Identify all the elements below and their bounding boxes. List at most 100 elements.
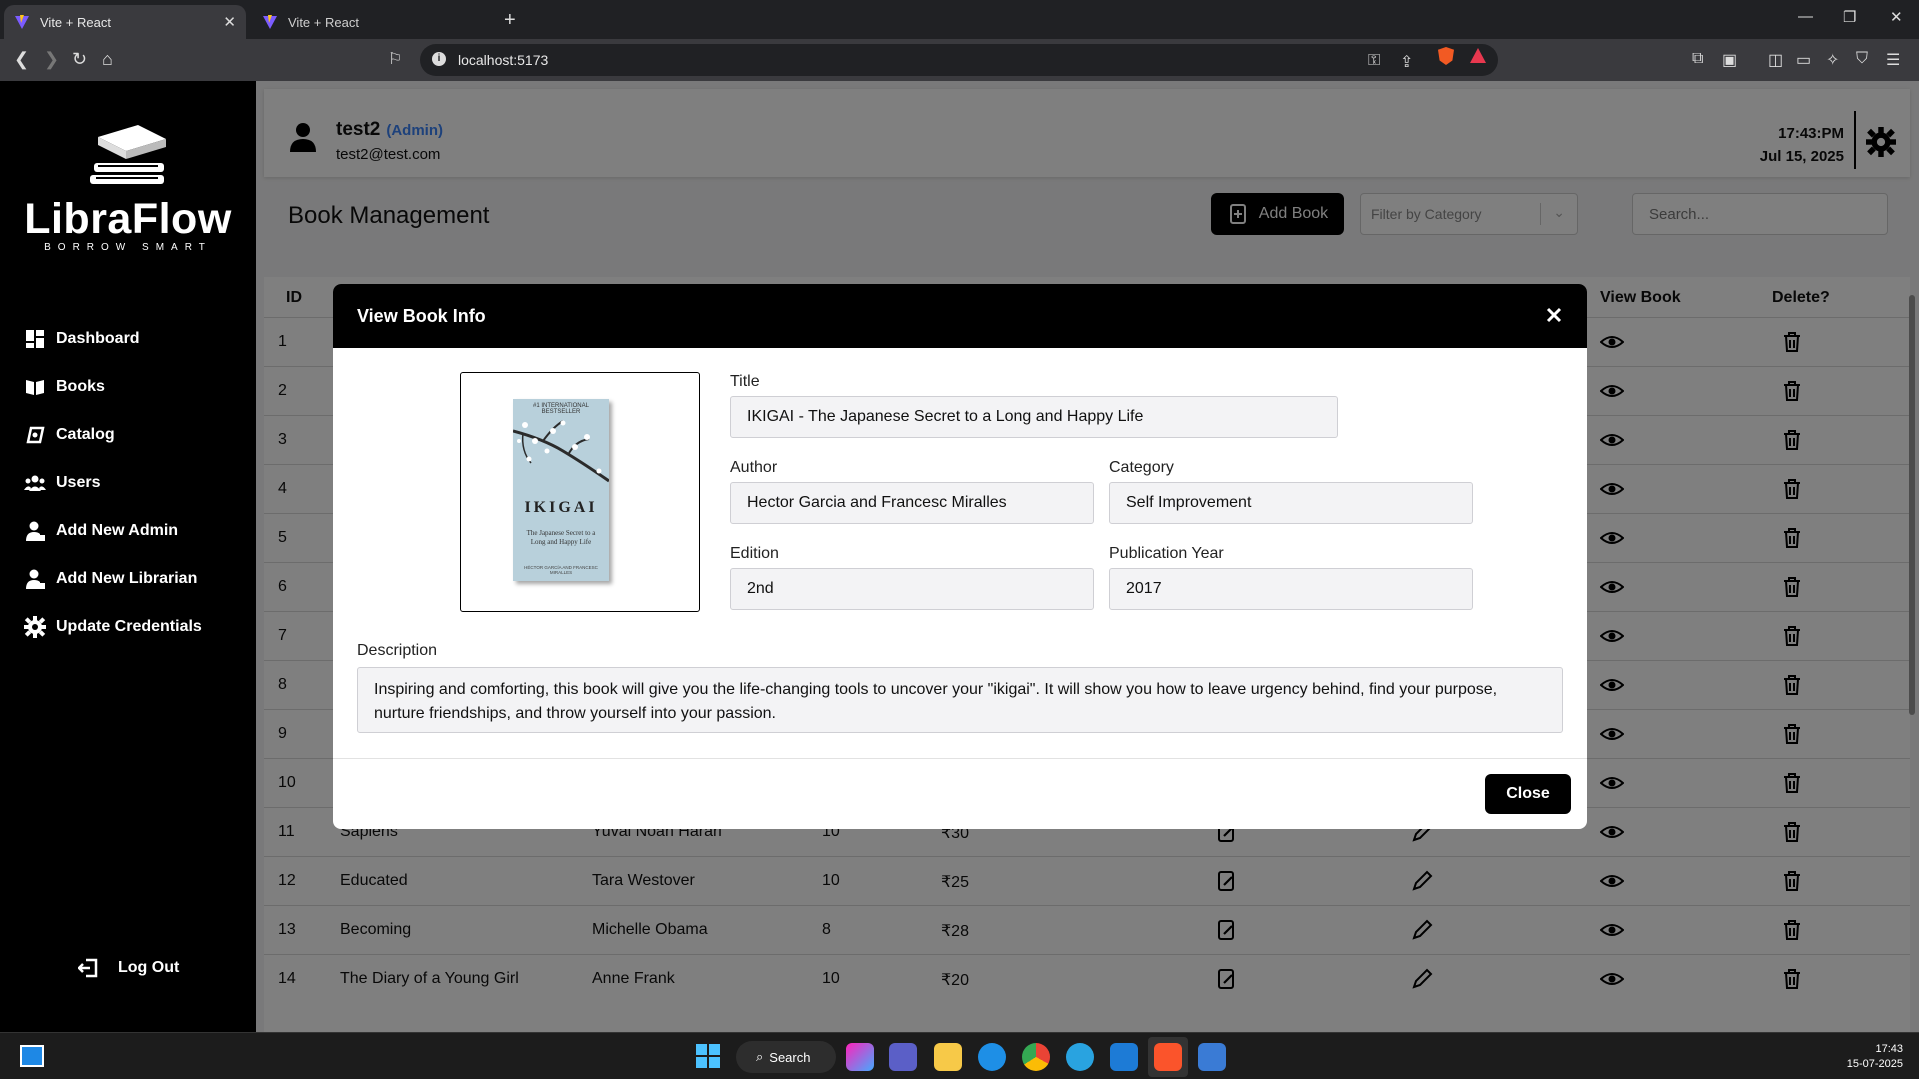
key-icon[interactable]: ⚿ xyxy=(1368,52,1380,70)
menu-icon[interactable]: ☰ xyxy=(1886,50,1900,70)
minimize-icon[interactable]: — xyxy=(1798,8,1813,25)
taskbar-search[interactable]: ⌕ Search xyxy=(736,1041,836,1073)
system-time: 17:43 xyxy=(1875,1043,1903,1055)
sidebar-item-label: Books xyxy=(56,378,105,395)
author-field: Hector Garcia and Francesc Miralles xyxy=(730,482,1094,524)
weather-icon[interactable] xyxy=(1066,1043,1094,1071)
reload-icon[interactable]: ↻ xyxy=(72,49,87,70)
cherry-blossom-branch-icon xyxy=(513,420,609,483)
books-icon xyxy=(26,380,44,395)
tab-search-icon[interactable]: ▣ xyxy=(1722,50,1737,70)
cover-title: IKIGAI xyxy=(524,499,598,516)
modal-header: View Book Info xyxy=(333,284,1587,348)
restore-icon[interactable]: ❐ xyxy=(1843,8,1856,26)
cover-subtitle: The Japanese Secret to a Long and Happy … xyxy=(526,529,596,546)
publication-year-label: Publication Year xyxy=(1109,545,1224,562)
chrome-icon[interactable] xyxy=(1022,1043,1050,1071)
book-cover-image: #1 INTERNATIONAL BESTSELLER IKIGAI The J… xyxy=(513,399,609,581)
browser-tab-bar: Vite + React ✕ Vite + React + — ❐ ✕ xyxy=(0,0,1919,39)
home-icon[interactable]: ⌂ xyxy=(102,49,113,70)
browser-tab-active[interactable]: Vite + React ✕ xyxy=(4,5,246,39)
new-tab-icon[interactable]: + xyxy=(504,9,516,32)
edition-field: 2nd xyxy=(730,568,1094,610)
category-field: Self Improvement xyxy=(1109,482,1473,524)
modal-footer-divider xyxy=(333,758,1587,759)
view-book-modal: View Book Info #1 INTERNATIONAL BESTSELL… xyxy=(333,284,1587,829)
description-field: Inspiring and comforting, this book will… xyxy=(357,667,1563,733)
bookmark-icon[interactable]: ⚐ xyxy=(388,49,402,69)
catalog-icon xyxy=(26,426,45,444)
sidebar-item-books[interactable]: Books xyxy=(24,363,202,411)
system-clock[interactable]: 17:43 15-07-2025 xyxy=(1847,1042,1903,1072)
taskbar-search-label: Search xyxy=(769,1049,811,1065)
leo-icon[interactable]: ✧ xyxy=(1826,50,1839,70)
share-icon[interactable]: ⇪ xyxy=(1400,52,1413,72)
add-librarian-icon xyxy=(26,569,45,589)
sidebar-item-update-credentials[interactable]: Update Credentials xyxy=(24,603,202,651)
wallet-icon[interactable]: ▭ xyxy=(1796,50,1811,70)
windows-taskbar: ⌕ Search 17:43 15-07-2025 xyxy=(0,1032,1919,1079)
sidebar-item-label: Update Credentials xyxy=(56,618,202,635)
cover-authors: HÉCTOR GARCÍA AND FRANCESC MIRALLES xyxy=(524,565,598,575)
brave-rewards-icon[interactable] xyxy=(1470,48,1486,63)
tab-title: Vite + React xyxy=(40,14,111,30)
sidebar-item-dashboard[interactable]: Dashboard xyxy=(24,315,202,363)
sidebar-item-label: Add New Librarian xyxy=(56,570,198,587)
logo: LibraFlow BORROW SMART xyxy=(0,123,256,253)
teams-icon[interactable] xyxy=(889,1043,917,1071)
brave-icon[interactable] xyxy=(1154,1043,1182,1071)
url-text: localhost:5173 xyxy=(458,52,549,68)
close-button[interactable]: Close xyxy=(1485,774,1571,814)
browser-tab-inactive[interactable]: Vite + React xyxy=(252,5,492,39)
widgets-icon[interactable] xyxy=(20,1045,44,1067)
close-icon[interactable] xyxy=(1545,306,1563,324)
url-field[interactable]: i localhost:5173 ⚿ ⇪ xyxy=(420,44,1498,76)
description-label: Description xyxy=(357,642,438,659)
sidebar-item-label: Add New Admin xyxy=(56,522,179,539)
sidebar-item-add-new-librarian[interactable]: Add New Librarian xyxy=(24,555,202,603)
title-label: Title xyxy=(730,373,760,390)
users-icon xyxy=(24,475,46,491)
sidebar: LibraFlow BORROW SMART Dashboard Books C… xyxy=(0,81,256,1032)
system-date: 15-07-2025 xyxy=(1846,1058,1903,1070)
sidebar-item-catalog[interactable]: Catalog xyxy=(24,411,202,459)
modal-title: View Book Info xyxy=(357,306,486,326)
logout-label: Log Out xyxy=(118,959,180,976)
sidebar-item-label: Users xyxy=(56,474,101,491)
edition-label: Edition xyxy=(730,545,779,562)
back-icon[interactable]: ❮ xyxy=(14,49,29,70)
search-icon: ⌕ xyxy=(756,1049,764,1064)
file-explorer-icon[interactable] xyxy=(934,1043,962,1071)
windows-start-icon[interactable] xyxy=(696,1044,720,1068)
vite-icon xyxy=(15,15,29,29)
sidebar-toggle-icon[interactable]: ◫ xyxy=(1768,50,1783,70)
copilot-icon[interactable] xyxy=(846,1043,874,1071)
publication-year-field: 2017 xyxy=(1109,568,1473,610)
edge-icon[interactable] xyxy=(978,1043,1006,1071)
photos-icon[interactable] xyxy=(1198,1043,1226,1071)
sidebar-item-label: Catalog xyxy=(56,426,115,443)
brand-name: LibraFlow xyxy=(24,195,232,243)
sidebar-nav: Dashboard Books Catalog Users Add New Ad… xyxy=(24,315,202,651)
tab-title: Vite + React xyxy=(288,14,359,30)
vite-icon xyxy=(263,15,277,29)
site-info-icon[interactable]: i xyxy=(432,52,446,66)
vpn-icon[interactable]: ⛉ xyxy=(1856,50,1868,68)
sidebar-item-users[interactable]: Users xyxy=(24,459,202,507)
gear-icon xyxy=(24,616,46,638)
window-close-icon[interactable]: ✕ xyxy=(1890,8,1903,26)
sidebar-item-add-new-admin[interactable]: Add New Admin xyxy=(24,507,202,555)
logout-icon xyxy=(78,958,98,978)
title-field: IKIGAI - The Japanese Secret to a Long a… xyxy=(730,396,1338,438)
extensions-icon[interactable]: ⧉ xyxy=(1692,50,1703,68)
logout-button[interactable]: Log Out xyxy=(78,957,179,979)
forward-icon[interactable]: ❯ xyxy=(44,49,59,70)
category-label: Category xyxy=(1109,459,1174,476)
sidebar-item-label: Dashboard xyxy=(56,330,140,347)
dashboard-icon xyxy=(26,330,44,348)
vscode-icon[interactable] xyxy=(1110,1043,1138,1071)
close-tab-icon[interactable]: ✕ xyxy=(223,13,236,31)
add-admin-icon xyxy=(26,521,45,541)
author-label: Author xyxy=(730,459,778,476)
address-bar: ❮ ❯ ↻ ⌂ ⚐ i localhost:5173 ⚿ ⇪ ⧉ ▣ ◫ ▭ ✧… xyxy=(0,39,1919,81)
